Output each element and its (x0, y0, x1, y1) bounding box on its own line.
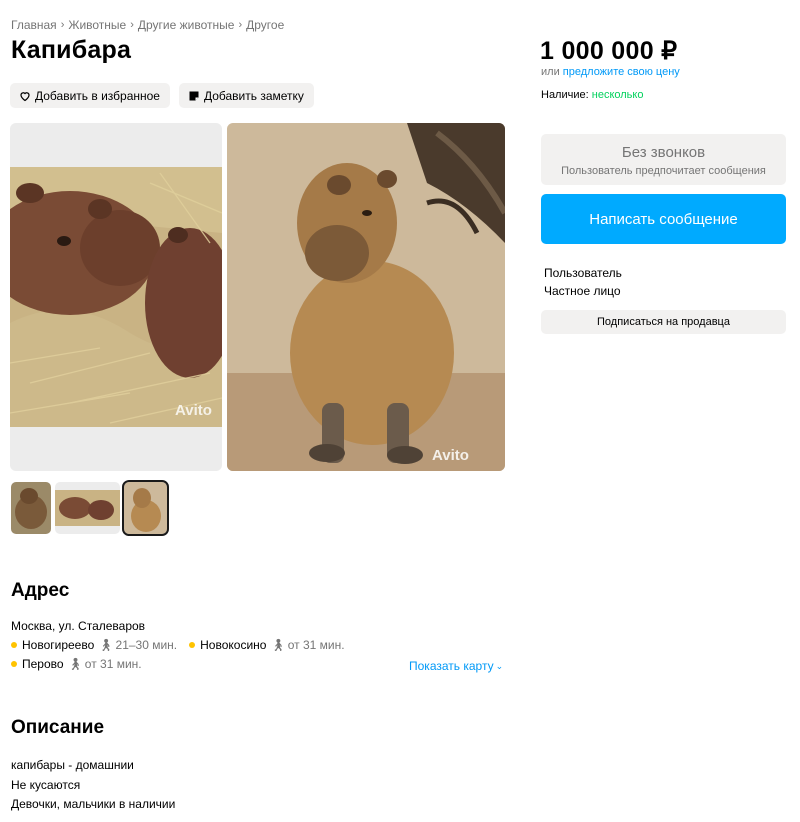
metro-dot-icon (11, 642, 17, 648)
description-line: Не кусаются (11, 777, 81, 792)
thumbnail-image (124, 482, 167, 534)
gallery-thumbnails (11, 480, 169, 536)
seller-name[interactable]: Пользователь (544, 264, 622, 282)
address-heading: Адрес (11, 580, 70, 601)
note-icon (189, 91, 199, 100)
metro-line: Перово 🚶︎ от 31 мин. (11, 657, 142, 671)
metro-station: Новокосино (200, 638, 267, 652)
seller-info: Пользователь Частное лицо (544, 264, 622, 300)
add-to-favorites-label: Добавить в избранное (35, 88, 160, 103)
description-text: капибары - домашнии Не кусаются Девочки,… (11, 756, 175, 815)
offer-prefix: или (541, 66, 560, 78)
description-line: Девочки, мальчики в наличии (11, 797, 176, 811)
chevron-right-icon: › (130, 19, 134, 31)
availability-value: несколько (591, 89, 644, 101)
walking-icon: 🚶︎ (98, 638, 114, 652)
capybara-photo-main: Avito (227, 123, 505, 471)
metro-station: Новогиреево (22, 638, 95, 652)
no-calls-notice: Без звонков Пользователь предпочитает со… (541, 134, 786, 185)
listing-actions: Добавить в избранное Добавить заметку (10, 83, 314, 108)
chevron-down-icon: ⌄ (495, 660, 504, 671)
metro-walk-time: 🚶︎ от 31 мин. (270, 638, 344, 652)
show-map-link[interactable]: Показать карту ⌄ (409, 659, 503, 673)
chevron-right-icon: › (60, 19, 65, 31)
gallery-main-image[interactable]: Avito (227, 123, 505, 471)
gallery-thumbnail[interactable] (11, 482, 51, 534)
metro-walk-time: 🚶︎ 21–30 мин. (98, 638, 177, 652)
page-title: Капибара (11, 36, 132, 64)
subscribe-seller-button[interactable]: Подписаться на продавца (541, 310, 786, 334)
chevron-right-icon: › (238, 19, 243, 31)
avito-watermark: Avito (175, 402, 212, 419)
walking-icon: 🚶︎ (67, 657, 83, 671)
breadcrumb-home[interactable]: Главная (11, 18, 57, 32)
no-calls-subtitle: Пользователь предпочитает сообщения (561, 165, 766, 177)
description-line: капибары - домашнии (11, 758, 134, 772)
add-to-favorites-button[interactable]: Добавить в избранное (10, 83, 170, 108)
metro-line: Новогиреево 🚶︎ 21–30 мин. Новокосино 🚶︎ … (11, 638, 345, 652)
gallery-thumbnail[interactable] (55, 482, 120, 534)
description-heading: Описание (11, 717, 105, 738)
breadcrumb: Главная › Животные › Другие животные › Д… (11, 18, 284, 32)
breadcrumb-other-animals[interactable]: Другие животные (138, 18, 235, 32)
walking-icon: 🚶︎ (270, 638, 286, 652)
metro-dot-icon (11, 661, 17, 667)
offer-price-link[interactable]: предложите свою цену (563, 66, 680, 78)
breadcrumb-other[interactable]: Другое (246, 18, 284, 32)
breadcrumb-animals[interactable]: Животные (68, 18, 126, 32)
metro-dot-icon (189, 642, 196, 648)
metro-time-value: от 31 мин. (287, 638, 345, 652)
metro-walk-time: 🚶︎ от 31 мин. (68, 657, 142, 671)
thumbnail-image (55, 482, 120, 534)
address-text: Москва, ул. Сталеваров (11, 619, 146, 633)
thumbnail-image (11, 482, 51, 534)
avito-watermark: Avito (432, 447, 469, 464)
metro-time-value: 21–30 мин. (115, 638, 178, 652)
price-offer: или предложите свою цену (541, 66, 680, 78)
gallery-thumbnail-selected[interactable] (122, 480, 169, 536)
metro-station: Перово (22, 657, 64, 671)
add-note-label: Добавить заметку (203, 88, 304, 103)
capybara-photo-previous: Avito (10, 167, 222, 427)
no-calls-title: Без звонков (621, 144, 706, 161)
availability: Наличие: несколько (541, 89, 643, 101)
price: 1 000 000 ₽ (540, 37, 678, 65)
metro-time-value: от 31 мин. (84, 657, 142, 671)
seller-type: Частное лицо (544, 284, 621, 298)
add-note-button[interactable]: Добавить заметку (178, 83, 314, 108)
gallery-image-previous[interactable]: Avito (10, 123, 222, 471)
show-map-label: Показать карту (409, 659, 494, 673)
write-message-button[interactable]: Написать сообщение (541, 194, 786, 244)
heart-icon (20, 91, 30, 101)
availability-label: Наличие: (541, 89, 589, 101)
